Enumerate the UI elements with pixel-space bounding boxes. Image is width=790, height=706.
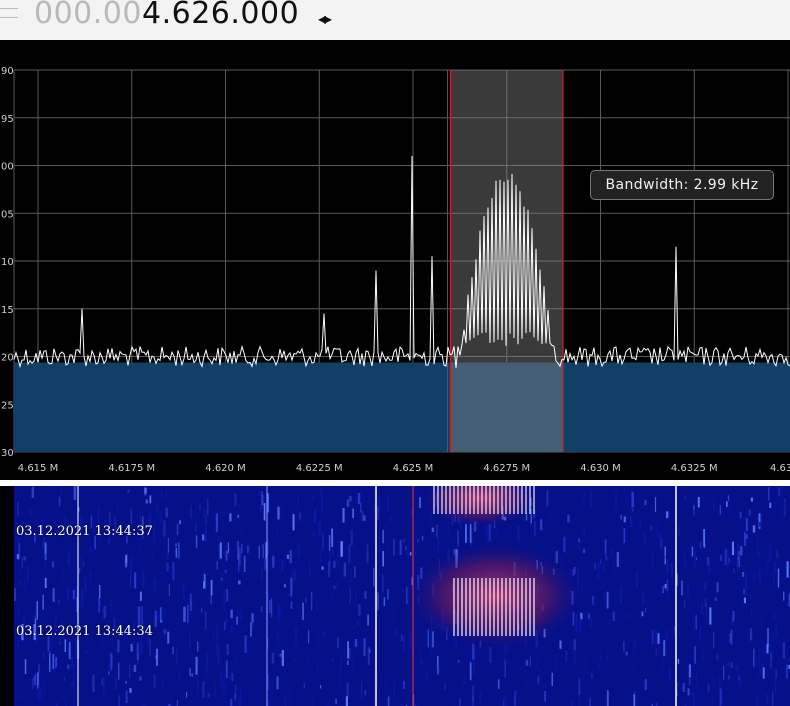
frequency-bar: 000.004.626.000 ◂▸ [0,0,790,40]
y-tick-label: 20 [1,353,14,364]
waterfall-noise [0,486,790,706]
waterfall-panel[interactable]: 03.12.2021 13:44:37 03.12.2021 13:44:34 [0,486,790,706]
waterfall-timestamp: 03.12.2021 13:44:37 [16,524,153,539]
frequency-leading-digits[interactable]: 000.00 [34,0,142,31]
y-tick-label: 25 [1,400,14,411]
x-tick-label: 4.630 M [580,463,620,474]
frequency-step-arrows-icon[interactable]: ◂▸ [318,9,332,28]
y-axis-labels: 90 95 00 05 10 15 20 25 30 [1,66,14,459]
y-tick-label: 30 [1,448,14,459]
x-tick-label: 4.625 M [393,463,433,474]
spectrum-fill [14,362,790,452]
y-tick-label: 10 [1,257,14,268]
y-tick-label: 90 [1,66,14,77]
waterfall-image [0,486,790,706]
x-tick-label: 4.620 M [205,463,245,474]
y-tick-label: 15 [1,305,14,316]
x-axis-labels: 4.615 M 4.6175 M 4.620 M 4.6225 M 4.625 M 4.6… [18,463,790,474]
x-tick-label: 4.6225 M [296,463,343,474]
x-tick-label: 4.6175 M [108,463,155,474]
bandwidth-tooltip: Bandwidth: 2.99 kHz [590,170,774,200]
signal-burst [405,541,585,651]
y-tick-label: 00 [1,162,14,173]
frequency-display[interactable]: 000.004.626.000 [34,0,299,32]
x-tick-label: 4.6325 M [671,463,718,474]
y-tick-label: 05 [1,209,14,220]
waterfall-timestamp: 03.12.2021 13:44:34 [16,624,153,639]
x-tick-label: 4.615 M [18,463,58,474]
menu-handle-icon[interactable] [0,8,18,18]
frequency-digits[interactable]: 4.626.000 [142,0,299,31]
y-tick-label: 95 [1,114,14,125]
spectrum-panel[interactable]: 90 95 00 05 10 15 20 25 30 4.615 M 4.6175 M 4.620 … [0,40,790,480]
waterfall-signal [405,486,585,651]
x-tick-label: 4.635 [770,463,790,474]
spectrum-plot[interactable]: 90 95 00 05 10 15 20 25 30 4.615 M 4.6175 M 4.620 … [0,40,790,480]
x-tick-label: 4.6275 M [483,463,530,474]
